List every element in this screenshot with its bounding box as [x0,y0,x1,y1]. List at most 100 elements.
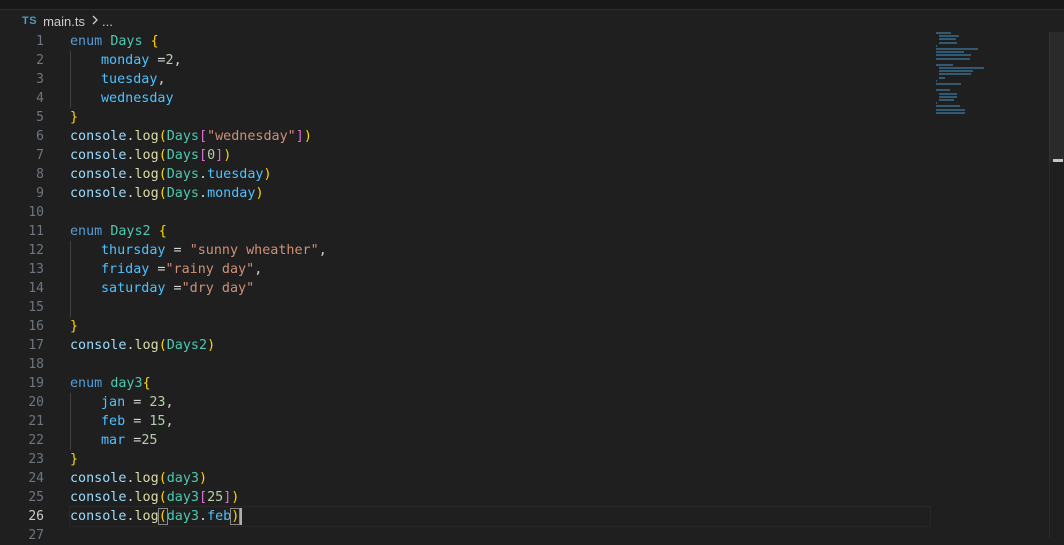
code-line[interactable]: enum Days2 { [70,222,930,241]
code-token: feb [207,509,232,524]
code-token: Days [166,148,199,163]
code-line[interactable]: tuesday, [70,70,930,89]
code-line[interactable]: enum day3{ [70,374,930,393]
breadcrumb-more[interactable]: ... [102,14,113,29]
code-line[interactable]: thursday = "sunny wheather", [70,241,930,260]
line-number: 24 [28,471,44,486]
code-line[interactable]: console.log(Days.monday) [70,184,930,203]
code-line[interactable]: console.log(day3[25]) [70,488,930,507]
code-token: Days2 [166,338,208,353]
code-token: ) [231,490,240,505]
code-token: [ [199,148,208,163]
code-token: = [125,433,142,448]
line-number: 18 [28,357,44,372]
code-line[interactable]: } [70,317,930,336]
code-token: console [70,129,127,144]
code-line[interactable]: mar =25 [70,431,930,450]
code-line[interactable]: console.log(Days2) [70,336,930,355]
line-number: 12 [28,243,44,258]
code-line[interactable]: feb = 15, [70,412,930,431]
code-token: thursday [101,243,166,258]
code-line[interactable]: monday =2, [70,51,930,70]
minimap-line [939,67,984,70]
minimap-line [939,70,973,73]
line-number: 16 [28,319,44,334]
breadcrumb-file-name[interactable]: main.ts [43,14,85,29]
code-token: . [199,186,208,201]
code-line[interactable]: console.log(day3.feb) [69,506,931,527]
code-token: log [134,148,159,163]
code-line[interactable] [70,298,930,317]
minimap-line [939,98,955,101]
text-cursor [240,507,243,525]
code-token: , [318,243,327,258]
code-line[interactable]: console.log(day3) [70,469,930,488]
code-token: , [157,72,166,87]
code-line[interactable] [70,355,930,374]
code-line[interactable]: saturday ="dry day" [70,279,930,298]
minimap-line [936,108,966,111]
code-token: . [126,186,135,201]
code-token: enum [70,376,103,391]
line-number: 4 [36,91,44,106]
code-token: jan [101,395,126,410]
code-token: = [149,262,166,277]
code-token: ( [158,129,167,144]
code-line[interactable]: console.log(Days["wednesday"]) [70,127,930,146]
code-line[interactable]: friday ="rainy day", [70,260,930,279]
code-token: "dry day" [181,281,255,296]
code-line[interactable]: jan = 23, [70,393,930,412]
minimap-line [936,47,978,50]
code-token: console [70,148,127,163]
minimap-line [936,63,953,66]
code-token: ( [158,148,167,163]
code-token: day3 [110,376,143,391]
code-token: day3 [166,509,199,524]
code-token: , [254,262,263,277]
line-number: 25 [28,490,44,505]
code-token: day3 [166,471,199,486]
code-line[interactable]: wednesday [70,89,930,108]
code-token: friday [101,262,150,277]
code-token: 23 [149,395,166,410]
indent-guide [70,241,101,260]
code-token: 2 [165,53,174,68]
indent-guide [70,70,101,89]
line-number: 11 [28,224,44,239]
code-token: ) [303,129,312,144]
code-line[interactable] [70,526,930,545]
minimap-line [936,54,971,57]
code-token: . [126,338,135,353]
minimap-line [936,32,952,34]
code-line[interactable]: } [70,108,930,127]
overview-ruler-cursor-mark [1053,159,1063,162]
code-line[interactable] [70,203,930,222]
minimap-line [939,73,972,76]
minimap-line [939,95,958,98]
code-token: ( [158,471,167,486]
code-token: ) [263,167,272,182]
code-token: Days [166,186,199,201]
minimap-line [936,89,950,92]
code-token: day3 [166,490,199,505]
indent-guide [70,89,101,108]
code-editor[interactable]: 1 2 3 4 5 6 7 8 9 10 11 12 13 14 15 16 17 18 19 20 21 22 23 24 2… [0,32,1064,543]
line-number: 20 [28,395,44,410]
minimap-line [936,79,938,82]
indent-guide [70,298,101,317]
code-token: , [165,414,174,429]
minimap-line [939,76,945,79]
code-line[interactable]: console.log(Days.tuesday) [70,165,930,184]
code-token: ) [255,186,264,201]
minimap[interactable] [936,32,1046,192]
code-area[interactable]: enum Days {monday =2, tuesday, wednesday} c… [69,32,931,545]
code-line[interactable]: enum Days { [70,32,930,51]
line-number: 3 [36,72,44,87]
code-line[interactable]: } [70,450,930,469]
scrollbar-thumb[interactable] [1049,32,1064,162]
code-token: 25 [141,433,158,448]
code-line[interactable]: console.log(Days[0]) [70,146,930,165]
code-token: enum [70,34,103,49]
minimap-line [936,105,960,108]
code-token: . [126,129,135,144]
